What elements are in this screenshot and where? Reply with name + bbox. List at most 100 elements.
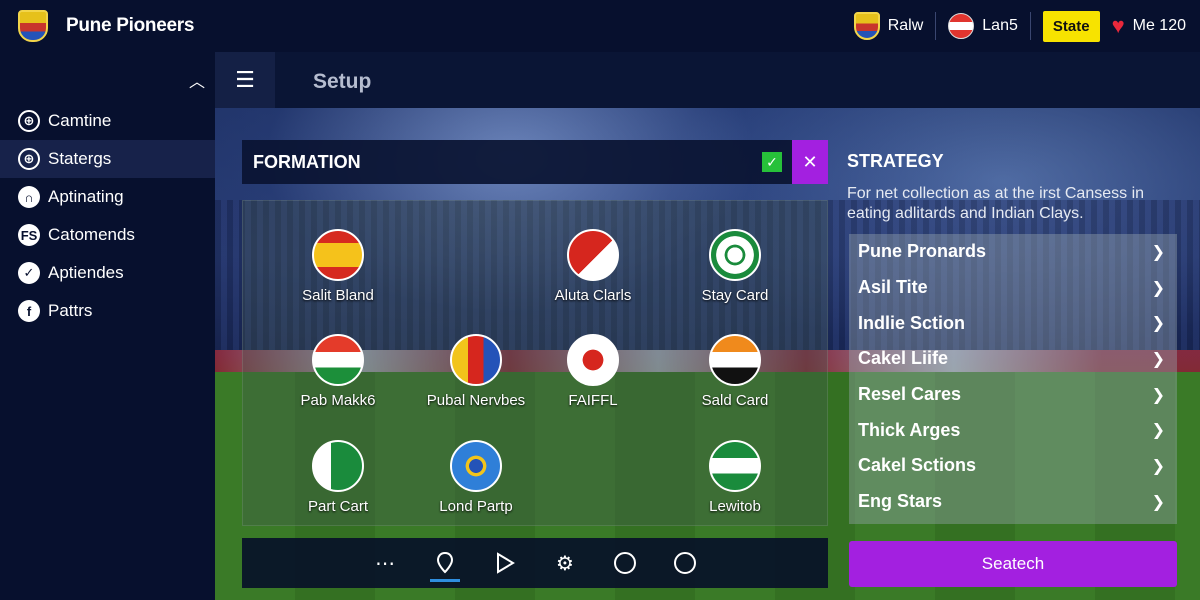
chevron-right-icon: ❯ bbox=[1151, 243, 1165, 261]
user-chip[interactable]: Ralw bbox=[842, 12, 936, 40]
chevron-right-icon: ❯ bbox=[1151, 350, 1165, 368]
sidebar-item-label: Aptinating bbox=[48, 187, 124, 206]
search-button[interactable]: Seatech bbox=[849, 541, 1177, 587]
chevron-right-icon: ❯ bbox=[1151, 493, 1165, 511]
sidebar-item-camtine[interactable]: ⊕ Camtine bbox=[0, 102, 215, 140]
player-slot[interactable]: FAIFFL bbox=[518, 334, 668, 409]
chat-icon[interactable] bbox=[655, 538, 715, 588]
player-name: Lewitob bbox=[709, 498, 761, 515]
club-crest-icon bbox=[18, 10, 48, 42]
strategy-description: For net collection as at the irst Canses… bbox=[847, 185, 1145, 222]
strategy-item[interactable]: Resel Cares ❯ bbox=[849, 377, 1177, 413]
formation-title: FORMATION bbox=[253, 151, 361, 172]
player-slot[interactable]: Stay Card bbox=[660, 229, 810, 304]
location-icon[interactable] bbox=[415, 538, 475, 588]
chevron-right-icon: ❯ bbox=[1151, 315, 1165, 333]
more-icon[interactable]: ⋯ bbox=[355, 538, 415, 588]
player-slot[interactable]: Sald Card bbox=[660, 334, 810, 409]
brand-title: Pune Pioneers bbox=[66, 15, 195, 36]
opponent-chip[interactable]: Lan5 bbox=[936, 13, 1030, 39]
strategy-item-label: Cakel Liife bbox=[858, 348, 949, 369]
chat-shape bbox=[674, 552, 696, 574]
sidebar-item-label: Statergs bbox=[48, 149, 112, 168]
player-name: Sald Card bbox=[701, 392, 769, 409]
player-badge-icon bbox=[312, 334, 364, 386]
play-shape bbox=[497, 552, 515, 574]
player-badge-icon bbox=[312, 440, 364, 492]
player-name: Aluta Clarls bbox=[554, 287, 632, 304]
chevron-right-icon: ❯ bbox=[1151, 279, 1165, 297]
sidebar-item-catomends[interactable]: FS Catomends bbox=[0, 216, 215, 254]
location-pin-shape bbox=[436, 552, 454, 574]
strategy-item-label: Indlie Sction bbox=[858, 312, 966, 333]
lives-label: Me 120 bbox=[1132, 17, 1186, 34]
chevron-right-icon: ❯ bbox=[1151, 386, 1165, 404]
strategy-item[interactable]: Eng Stars ❯ bbox=[849, 484, 1177, 520]
fs-icon: FS bbox=[18, 224, 40, 246]
strategy-item-label: Cakel Sctions bbox=[858, 455, 977, 476]
sidebar-item-label: Pattrs bbox=[48, 301, 93, 320]
bottom-toolbar: ⋯ ⚙ bbox=[242, 538, 828, 588]
player-badge-icon bbox=[709, 440, 761, 492]
play-icon[interactable] bbox=[475, 538, 535, 588]
lives-counter: ♥ Me 120 bbox=[1112, 15, 1186, 37]
strategy-title: STRATEGY bbox=[847, 151, 944, 171]
brand[interactable]: Pune Pioneers bbox=[18, 10, 194, 42]
strategy-item[interactable]: Cakel Liife ❯ bbox=[849, 341, 1177, 377]
chevron-up-icon[interactable]: ︿ bbox=[189, 68, 205, 92]
player-name: Lond Partp bbox=[439, 498, 513, 515]
player-slot[interactable]: Aluta Clarls bbox=[518, 229, 668, 304]
heart-icon: ♥ bbox=[1111, 13, 1125, 38]
sidebar-nav: ⊕ Camtine ⊕ Statergs ∩ Aptinating FS Cat… bbox=[0, 102, 215, 330]
strategy-item-label: Asil Tite bbox=[858, 277, 928, 298]
strategy-item-label: Thick Arges bbox=[858, 419, 961, 440]
confirm-check-icon[interactable]: ✓ bbox=[762, 152, 782, 172]
player-badge-icon bbox=[709, 334, 761, 386]
flag-icon bbox=[948, 13, 975, 39]
divider bbox=[1029, 12, 1031, 40]
player-badge-icon bbox=[450, 334, 502, 386]
gear-icon[interactable]: ⚙ bbox=[535, 538, 595, 588]
player-name: Salit Bland bbox=[302, 287, 374, 304]
player-slot[interactable]: Pab Makk6 bbox=[263, 334, 413, 409]
strategy-item[interactable]: Thick Arges ❯ bbox=[849, 412, 1177, 448]
player-slot[interactable]: Salit Bland bbox=[263, 229, 413, 304]
magnet-icon: ∩ bbox=[18, 186, 40, 208]
sidebar-item-pattrs[interactable]: f Pattrs bbox=[0, 292, 215, 330]
close-icon[interactable]: ✕ bbox=[792, 140, 828, 184]
facebook-icon: f bbox=[18, 300, 40, 322]
globe-icon: ⊕ bbox=[18, 148, 40, 170]
player-badge-icon bbox=[450, 440, 502, 492]
globe-icon: ⊕ bbox=[18, 110, 40, 132]
setup-title: Setup bbox=[313, 70, 372, 93]
strategy-item[interactable]: Indlie Sction ❯ bbox=[849, 305, 1177, 341]
strategy-item[interactable]: Pune Pronards ❯ bbox=[849, 234, 1177, 270]
sidebar-item-aptiendes[interactable]: ✓ Aptiendes bbox=[0, 254, 215, 292]
sidebar-item-label: Catomends bbox=[48, 225, 135, 244]
sidebar-item-label: Aptiendes bbox=[48, 263, 124, 282]
player-badge-icon bbox=[709, 229, 761, 281]
strategy-item-label: Pune Pronards bbox=[858, 241, 987, 262]
user-name: Ralw bbox=[887, 17, 924, 34]
strategy-item-label: Resel Cares bbox=[858, 384, 962, 405]
ball-shape bbox=[614, 552, 636, 574]
player-name: FAIFFL bbox=[568, 392, 618, 409]
sidebar: ︿ ⊕ Camtine ⊕ Statergs ∩ Aptinating FS C… bbox=[0, 52, 215, 600]
sidebar-item-statergs[interactable]: ⊕ Statergs bbox=[0, 140, 215, 178]
player-name: Part Cart bbox=[307, 498, 368, 515]
ball-icon[interactable] bbox=[595, 538, 655, 588]
opponent-name: Lan5 bbox=[982, 17, 1018, 34]
formation-board: Salit Bland Aluta Clarls Stay Card Pab M… bbox=[242, 200, 828, 526]
top-right-controls: Ralw Lan5 State ♥ Me 120 bbox=[842, 0, 1200, 52]
player-slot[interactable]: Lond Partp bbox=[401, 440, 551, 515]
player-slot[interactable]: Lewitob bbox=[660, 440, 810, 515]
chevron-right-icon: ❯ bbox=[1151, 422, 1165, 440]
sidebar-item-aptinating[interactable]: ∩ Aptinating bbox=[0, 178, 215, 216]
player-badge-icon bbox=[567, 229, 619, 281]
player-name: Pab Makk6 bbox=[300, 392, 376, 409]
strategy-item[interactable]: Asil Tite ❯ bbox=[849, 270, 1177, 306]
strategy-item[interactable]: Cakel Sctions ❯ bbox=[849, 448, 1177, 484]
player-slot[interactable]: Part Cart bbox=[263, 440, 413, 515]
hamburger-menu-icon[interactable]: ☰ bbox=[215, 52, 275, 108]
state-button[interactable]: State bbox=[1042, 10, 1100, 42]
